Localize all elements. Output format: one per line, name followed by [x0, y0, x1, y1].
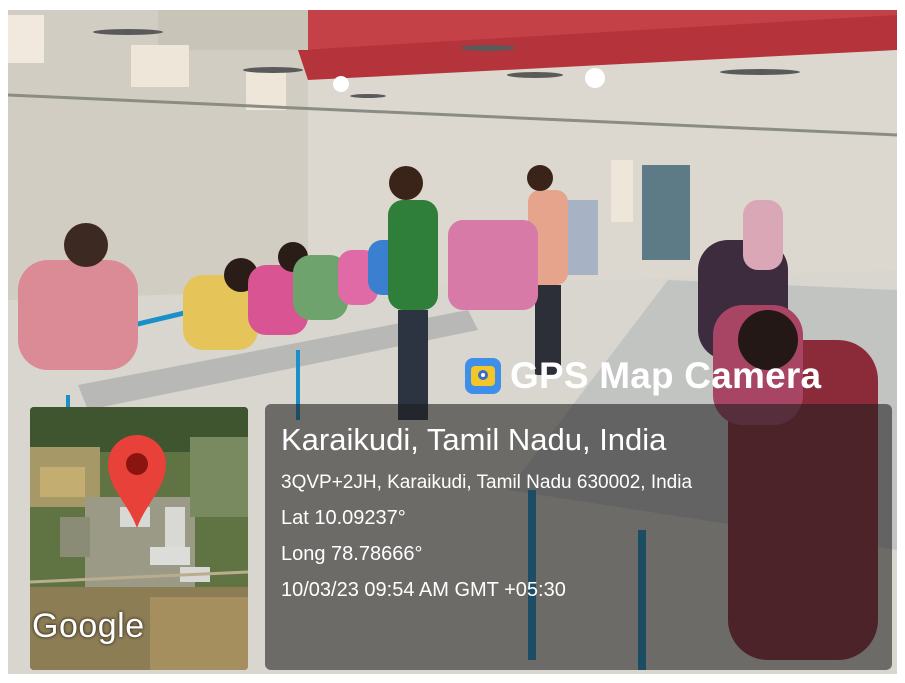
location-pin-icon: [108, 435, 166, 528]
address-line: 3QVP+2JH, Karaikudi, Tamil Nadu 630002, …: [281, 472, 693, 493]
location-title: Karaikudi, Tamil Nadu, India: [281, 422, 667, 457]
longitude-line: Long 78.78666°: [281, 543, 423, 565]
gps-map-camera-brand: GPS Map Camera: [465, 350, 821, 402]
location-details: Karaikudi, Tamil Nadu, India 3QVP+2JH, K…: [281, 420, 692, 608]
brand-label: GPS Map Camera: [510, 355, 822, 396]
google-logo: Google: [32, 607, 145, 645]
latitude-line: Lat 10.09237°: [281, 507, 406, 529]
map-camera-icon: [465, 358, 501, 394]
satellite-map-thumbnail: Google: [30, 407, 248, 670]
timestamp-line: 10/03/23 09:54 AM GMT +05:30: [281, 579, 566, 601]
